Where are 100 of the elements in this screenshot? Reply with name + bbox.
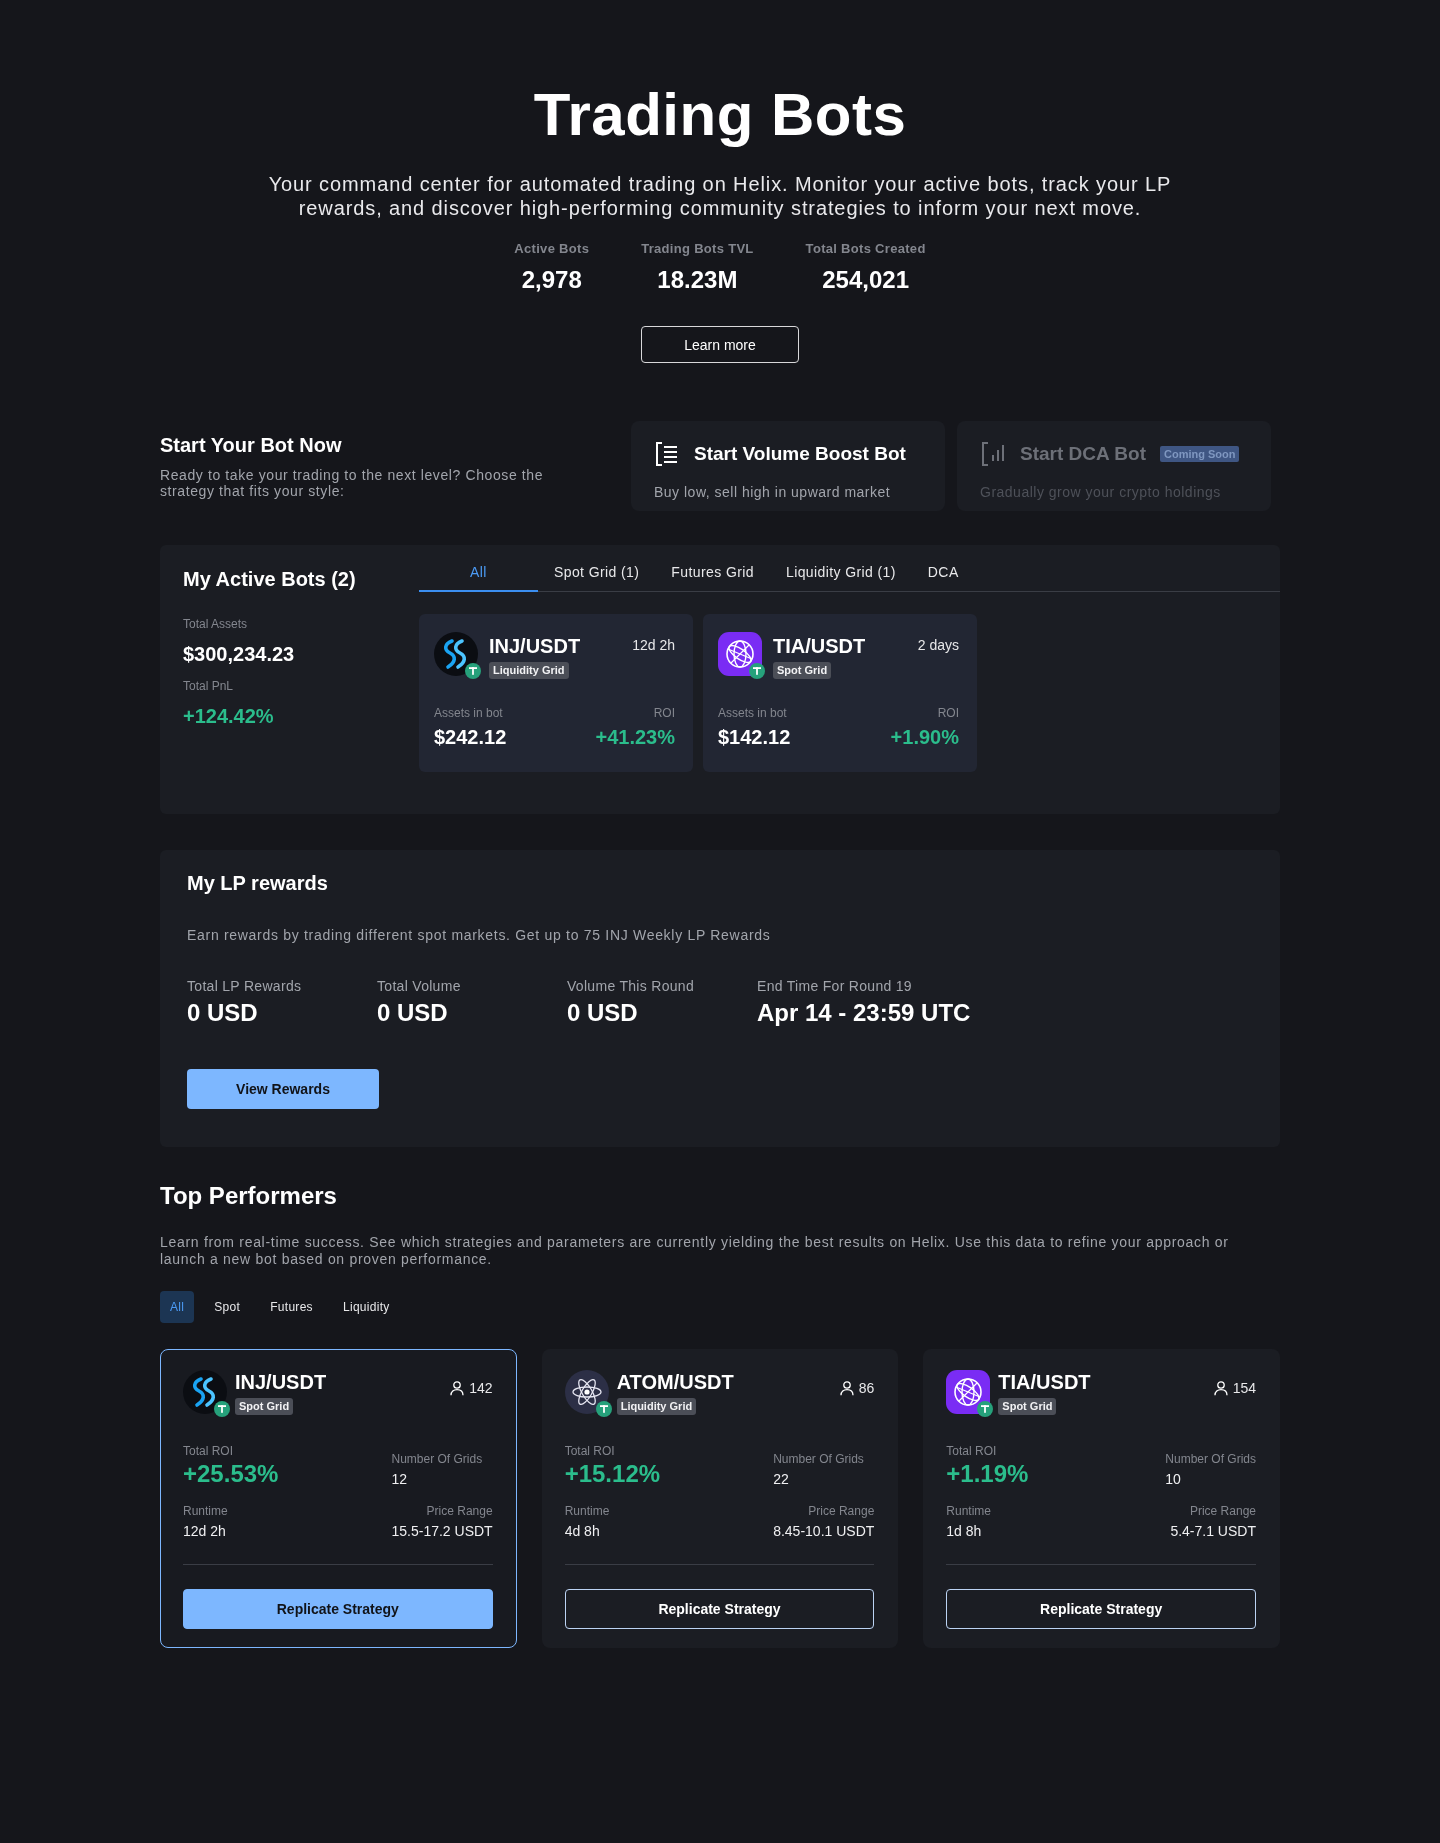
metric-label: ROI <box>937 706 959 720</box>
wave-logo-icon <box>183 1370 227 1414</box>
metric-label: Runtime <box>564 1504 611 1518</box>
filter-tab[interactable]: Liquidity <box>332 1291 400 1323</box>
metric-value: 4d 8h <box>564 1522 601 1540</box>
pnl-value: +124.42% <box>183 704 275 729</box>
globe-logo-icon <box>718 632 762 676</box>
pair-name: INJ/USDT <box>489 634 581 658</box>
globe-logo-icon <box>946 1370 991 1414</box>
metric-label: Price Range <box>1189 1504 1256 1518</box>
metric-value: $142.12 <box>718 725 791 749</box>
metric-label: Price Range <box>808 1504 875 1518</box>
coin-badge-icon <box>977 1401 994 1417</box>
bar-chart-icon <box>980 441 1006 467</box>
category-tab[interactable]: All <box>419 554 538 592</box>
roi-value: +41.23% <box>595 725 675 749</box>
metric-label: Total ROI <box>946 1444 998 1458</box>
filter-tab[interactable]: Futures <box>260 1291 323 1323</box>
category-tab[interactable]: Futures Grid <box>655 554 770 592</box>
category-tab[interactable]: Liquidity Grid (1) <box>769 554 912 592</box>
runtime-text: 2 days <box>917 636 959 654</box>
list-icon <box>654 441 680 467</box>
pair-name: TIA/USDT <box>998 1370 1091 1394</box>
user-count: 86 <box>858 1379 875 1397</box>
metric-label: Runtime <box>946 1504 992 1518</box>
strategy-tag: Spot Grid <box>998 1398 1057 1415</box>
category-tab[interactable]: DCA <box>911 554 975 592</box>
strategy-tag: Liquidity Grid <box>489 662 569 679</box>
metric-label: Assets in bot <box>718 706 788 720</box>
pair-name: INJ/USDT <box>235 1370 327 1394</box>
metric-label: Runtime <box>183 1504 229 1518</box>
roi-value: +1.90% <box>890 725 959 749</box>
wave-logo-icon <box>434 632 478 676</box>
option-title: Start DCA Bot <box>1020 442 1146 466</box>
roi-value: +25.53% <box>183 1460 280 1488</box>
metric-value: 12d 2h <box>183 1522 227 1540</box>
roi-value: +1.19% <box>946 1460 1030 1488</box>
stat-value: 254,021 <box>822 265 909 295</box>
user-icon <box>838 1380 855 1396</box>
metric-value: 22 <box>773 1470 790 1488</box>
pair-name: ATOM/USDT <box>616 1370 734 1394</box>
stat-value: Apr 14 - 23:59 UTC <box>757 999 971 1027</box>
metric-value: 15.5-17.2 USDT <box>391 1522 493 1540</box>
replicate-button[interactable]: Replicate Strategy <box>946 1589 1256 1629</box>
metric-label: Number Of Grids <box>391 1452 484 1466</box>
user-count: 154 <box>1232 1379 1256 1397</box>
user-icon <box>1212 1380 1229 1396</box>
coin-badge-icon <box>465 663 481 679</box>
user-icon <box>449 1380 466 1396</box>
metric-value: 12 <box>391 1470 409 1488</box>
section-title: Top Performers <box>160 1181 338 1211</box>
user-count: 142 <box>469 1379 493 1397</box>
filter-tab[interactable]: All <box>160 1291 195 1323</box>
atom-logo-icon <box>564 1370 609 1414</box>
summary-value: $300,234.23 <box>183 642 296 667</box>
stat-label: End Time For Round 19 <box>757 977 913 995</box>
stat-label: Volume This Round <box>567 977 696 995</box>
page-title: Trading Bots <box>533 80 907 150</box>
bot-option-card[interactable]: Start Volume Boost Bot Buy low, sell high in upward market <box>631 421 945 511</box>
section-title: Start Your Bot Now <box>160 433 343 457</box>
panel-title: My Active Bots (2) <box>183 568 357 590</box>
learn-more-button[interactable]: Learn more <box>641 326 799 363</box>
coming-soon-tag: Coming Soon <box>1159 446 1240 462</box>
metric-label: Total ROI <box>564 1444 616 1458</box>
summary-label: Total PnL <box>183 678 235 694</box>
metric-label: Total ROI <box>183 1444 234 1458</box>
metric-value: 1d 8h <box>946 1522 983 1540</box>
bot-card[interactable]: INJ/USDT Liquidity Grid 12d 2h Assets in bot $242.12 ROI +41.23% <box>419 614 693 772</box>
section-description: Earn rewards by trading different spot markets. Get up to 75 INJ Weekly LP Rewards <box>187 926 772 944</box>
stat-label: Total LP Rewards <box>187 977 303 995</box>
metric-value: $242.12 <box>434 725 507 749</box>
replicate-button[interactable]: Replicate Strategy <box>183 1589 493 1629</box>
metric-label: ROI <box>653 706 675 720</box>
category-tab[interactable]: Spot Grid (1) <box>538 554 656 592</box>
summary-label: Total Assets <box>183 616 249 632</box>
runtime-text: 12d 2h <box>632 636 675 654</box>
stat-value: 18.23M <box>657 265 738 295</box>
panel-title: My LP rewards <box>187 872 329 894</box>
coin-badge-icon <box>595 1401 612 1417</box>
view-rewards-button[interactable]: View Rewards <box>187 1069 379 1109</box>
metric-value: 8.45-10.1 USDT <box>773 1522 875 1540</box>
roi-value: +15.12% <box>564 1460 662 1488</box>
section-description: Learn from real-time success. See which strategies and parameters are currently yielding the best results on Helix. Use this data to refine your approach or launch a new bot based on proven performance. <box>160 1234 1230 1268</box>
replicate-button[interactable]: Replicate Strategy <box>564 1589 875 1629</box>
metric-label: Price Range <box>426 1504 493 1518</box>
strategy-tag: Liquidity Grid <box>616 1398 697 1415</box>
stat-label: Total Bots Created <box>805 241 926 257</box>
bot-card[interactable]: TIA/USDT Spot Grid 2 days Assets in bot $142.12 ROI +1.90% <box>703 614 977 772</box>
metric-value: 10 <box>1165 1470 1182 1488</box>
stat-value: 0 USD <box>187 999 259 1027</box>
strategy-tag: Spot Grid <box>773 662 832 679</box>
stat-label: Trading Bots TVL <box>641 241 754 257</box>
option-description: Buy low, sell high in upward market <box>654 483 892 501</box>
filter-tab[interactable]: Spot <box>204 1291 251 1323</box>
stat-label: Active Bots <box>514 241 590 257</box>
metric-value: 5.4-7.1 USDT <box>1170 1522 1256 1540</box>
section-description: Ready to take your trading to the next level? Choose the strategy that fits your style: <box>160 467 545 499</box>
coin-badge-icon <box>214 1401 230 1417</box>
metric-label: Assets in bot <box>434 706 504 720</box>
metric-label: Number Of Grids <box>773 1452 865 1466</box>
